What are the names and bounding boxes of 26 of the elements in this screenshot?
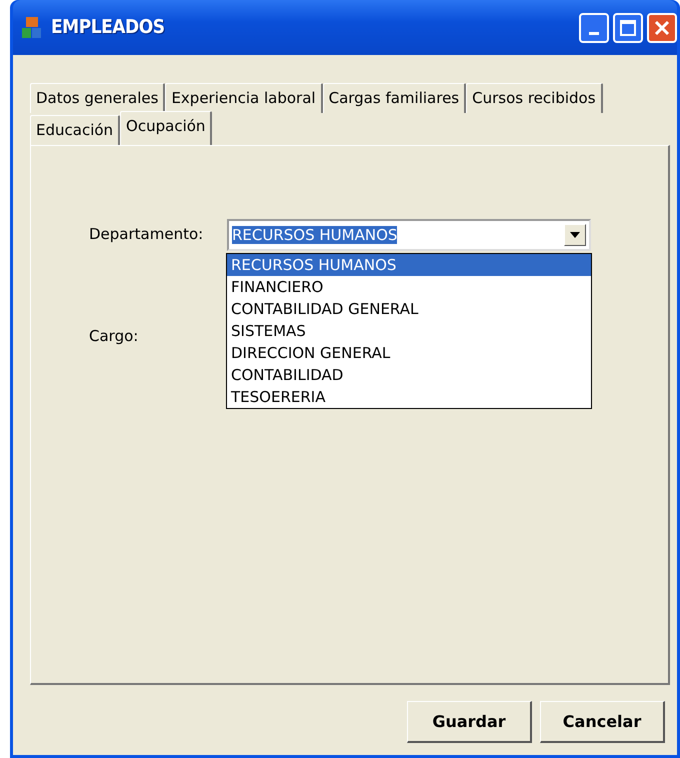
minimize-icon xyxy=(589,32,599,35)
maximize-button[interactable] xyxy=(613,12,643,42)
tab[interactable]: Cargas familiares xyxy=(322,83,466,112)
tab[interactable]: Cursos recibidos xyxy=(466,83,603,112)
tab[interactable]: Experiencia laboral xyxy=(165,83,323,112)
window-title: EMPLEADOS xyxy=(51,15,165,40)
close-button[interactable] xyxy=(647,12,677,42)
dropdown-option[interactable]: SISTEMAS xyxy=(227,320,591,342)
dropdown-option[interactable]: DIRECCION GENERAL xyxy=(227,342,591,364)
dropdown-option[interactable]: CONTABILIDAD GENERAL xyxy=(227,298,591,320)
maximize-icon xyxy=(620,20,636,36)
tab[interactable]: Datos generales xyxy=(30,83,166,112)
dropdown-option[interactable]: TESOERERIA xyxy=(227,386,591,408)
field-label: Cargo: xyxy=(89,326,140,347)
dropdown-option[interactable]: FINANCIERO xyxy=(227,276,591,298)
field-label: Departamento: xyxy=(89,224,204,245)
dialog-button[interactable]: Cancelar xyxy=(540,701,665,743)
dialog-button[interactable]: Guardar xyxy=(407,701,532,743)
dropdown-option[interactable]: RECURSOS HUMANOS xyxy=(227,254,591,276)
dropdown-option[interactable]: CONTABILIDAD xyxy=(227,364,591,386)
close-icon xyxy=(654,20,670,36)
app-icon xyxy=(21,16,43,40)
tab[interactable]: Educación xyxy=(30,114,120,145)
tab[interactable]: Ocupación xyxy=(120,110,212,145)
dropdown-field[interactable]: RECURSOS HUMANOS xyxy=(227,219,591,251)
minimize-button[interactable] xyxy=(579,12,609,42)
